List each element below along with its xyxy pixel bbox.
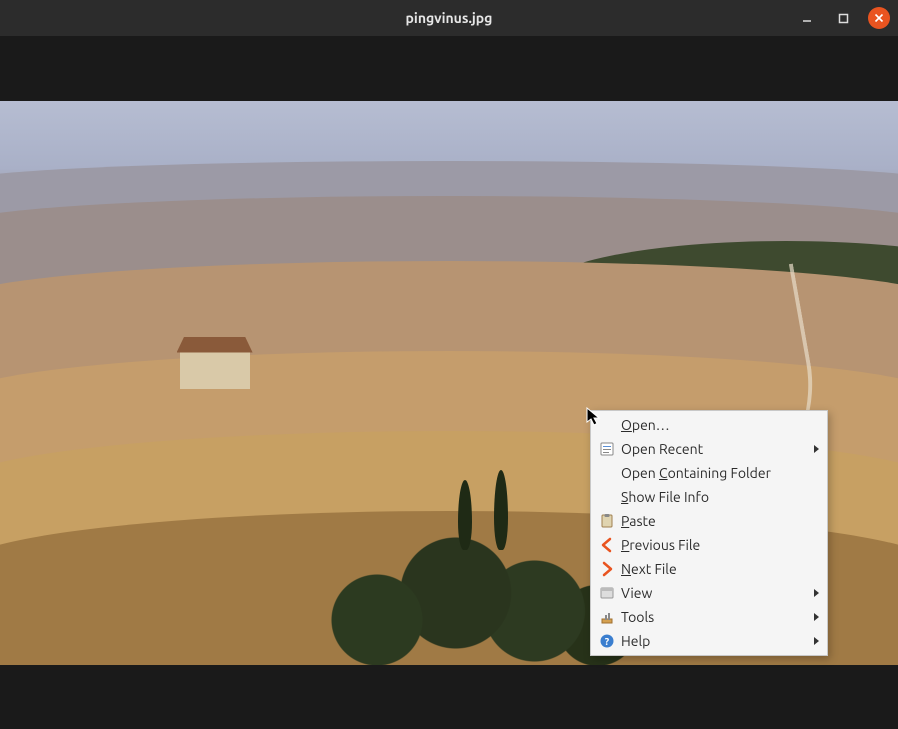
submenu-arrow-icon xyxy=(814,613,819,621)
menu-item-view[interactable]: View xyxy=(591,581,827,605)
window-title: pingvinus.jpg xyxy=(406,10,493,26)
menu-item-label: Open… xyxy=(621,417,805,433)
titlebar[interactable]: pingvinus.jpg xyxy=(0,0,898,36)
menu-item-label: Tools xyxy=(621,609,805,625)
menu-item-open[interactable]: Open… xyxy=(591,413,827,437)
close-button[interactable] xyxy=(868,7,890,29)
menu-item-label: Previous File xyxy=(621,537,805,553)
submenu-arrow-icon xyxy=(814,445,819,453)
minimize-button[interactable] xyxy=(796,7,818,29)
blank-icon xyxy=(597,464,617,482)
window-controls xyxy=(796,0,890,36)
next-icon xyxy=(597,560,617,578)
context-menu: Open… Open Recent Open Containing Folder Sh… xyxy=(590,410,828,656)
menu-item-label: View xyxy=(621,585,805,601)
prev-icon xyxy=(597,536,617,554)
menu-item-open-recent[interactable]: Open Recent xyxy=(591,437,827,461)
view-icon xyxy=(597,584,617,602)
recent-icon xyxy=(597,440,617,458)
maximize-button[interactable] xyxy=(832,7,854,29)
help-icon: ? xyxy=(597,632,617,650)
tools-icon xyxy=(597,608,617,626)
paste-icon xyxy=(597,512,617,530)
menu-item-open-containing-folder[interactable]: Open Containing Folder xyxy=(591,461,827,485)
blank-icon xyxy=(597,416,617,434)
menu-item-label: Next File xyxy=(621,561,805,577)
menu-item-label: Help xyxy=(621,633,805,649)
menu-item-help[interactable]: ? Help xyxy=(591,629,827,653)
menu-item-label: Open Recent xyxy=(621,441,805,457)
menu-item-show-file-info[interactable]: Show File Info xyxy=(591,485,827,509)
menu-item-paste[interactable]: Paste xyxy=(591,509,827,533)
submenu-arrow-icon xyxy=(814,637,819,645)
menu-item-label: Show File Info xyxy=(621,489,805,505)
landscape-house xyxy=(180,351,250,389)
menu-item-label: Open Containing Folder xyxy=(621,465,805,481)
menu-item-previous-file[interactable]: Previous File xyxy=(591,533,827,557)
submenu-arrow-icon xyxy=(814,589,819,597)
svg-text:?: ? xyxy=(605,636,610,647)
blank-icon xyxy=(597,488,617,506)
menu-item-label: Paste xyxy=(621,513,805,529)
menu-item-tools[interactable]: Tools xyxy=(591,605,827,629)
menu-item-next-file[interactable]: Next File xyxy=(591,557,827,581)
